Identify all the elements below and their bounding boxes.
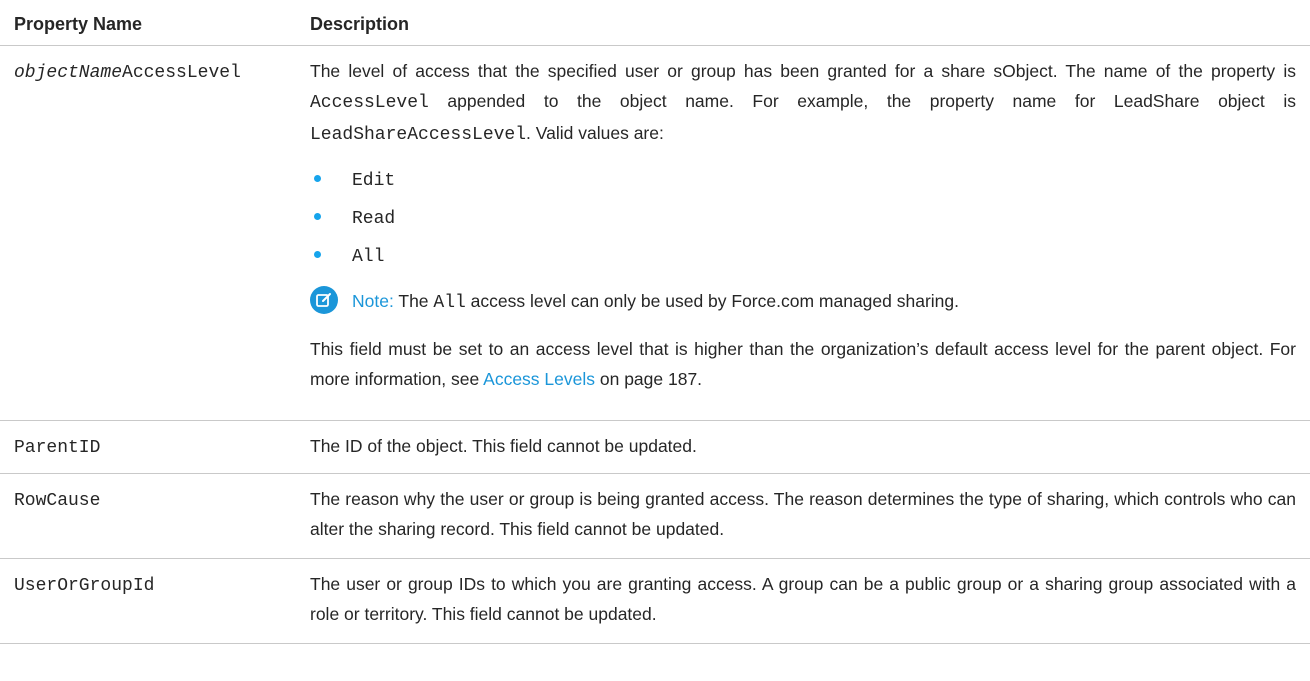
description-cell: The ID of the object. This field cannot …	[310, 420, 1310, 474]
table-row: ParentID The ID of the object. This fiel…	[0, 420, 1310, 474]
value-code: Edit	[352, 171, 396, 191]
note-text: access level can only be used by Force.c…	[465, 291, 959, 311]
description-text: appended to the object name. For example…	[428, 91, 1296, 111]
description-text: The user or group IDs to which you are g…	[310, 574, 1296, 624]
property-name: UserOrGroupId	[14, 576, 155, 596]
table-row: objectNameAccessLevel The level of acces…	[0, 45, 1310, 421]
description-paragraph: The level of access that the specified u…	[310, 56, 1296, 150]
bullet-dot-icon	[314, 251, 321, 258]
property-cell: UserOrGroupId	[0, 558, 310, 644]
description-text: . Valid values are:	[526, 123, 664, 143]
edit-note-icon	[310, 286, 338, 314]
description-text: The reason why the user or group is bein…	[310, 489, 1296, 539]
property-cell: objectNameAccessLevel	[0, 45, 310, 421]
description-cell: The reason why the user or group is bein…	[310, 473, 1310, 559]
inline-code: AccessLevel	[310, 93, 429, 113]
property-cell: ParentID	[0, 420, 310, 474]
description-text: The level of access that the specified u…	[310, 61, 1296, 81]
property-table: Property Name Description objectNameAcce…	[0, 0, 1310, 644]
description-text: on page 187.	[595, 369, 703, 389]
table-row: RowCause The reason why the user or grou…	[0, 473, 1310, 559]
list-item: Read	[310, 198, 1296, 236]
note-text: The	[393, 291, 434, 311]
header-description: Description	[310, 0, 1310, 46]
header-property-name: Property Name	[0, 0, 310, 46]
property-name-suffix: AccessLevel	[122, 63, 241, 83]
property-cell: RowCause	[0, 473, 310, 559]
inline-code: LeadShareAccessLevel	[310, 125, 527, 145]
inline-code: All	[433, 293, 466, 313]
value-code: Read	[352, 209, 396, 229]
bullet-dot-icon	[314, 213, 321, 220]
note-label: Note:	[352, 291, 394, 311]
property-name-italic: objectName	[14, 63, 123, 83]
description-cell: The level of access that the specified u…	[310, 45, 1310, 421]
description-paragraph: This field must be set to an access leve…	[310, 334, 1296, 394]
description-text: The ID of the object. This field cannot …	[310, 436, 697, 456]
list-item: Edit	[310, 160, 1296, 198]
property-name: RowCause	[14, 491, 101, 511]
property-name: ParentID	[14, 438, 101, 458]
note-callout: Note: The All access level can only be u…	[310, 284, 1296, 318]
table-header-row: Property Name Description	[0, 0, 1310, 46]
valid-values-list: Edit Read All	[310, 160, 1296, 274]
value-code: All	[352, 247, 385, 267]
description-cell: The user or group IDs to which you are g…	[310, 558, 1310, 644]
description-text: This field must be set to an access leve…	[310, 339, 1296, 389]
access-levels-link[interactable]: Access Levels	[483, 369, 595, 389]
list-item: All	[310, 236, 1296, 274]
bullet-dot-icon	[314, 175, 321, 182]
table-row: UserOrGroupId The user or group IDs to w…	[0, 558, 1310, 644]
